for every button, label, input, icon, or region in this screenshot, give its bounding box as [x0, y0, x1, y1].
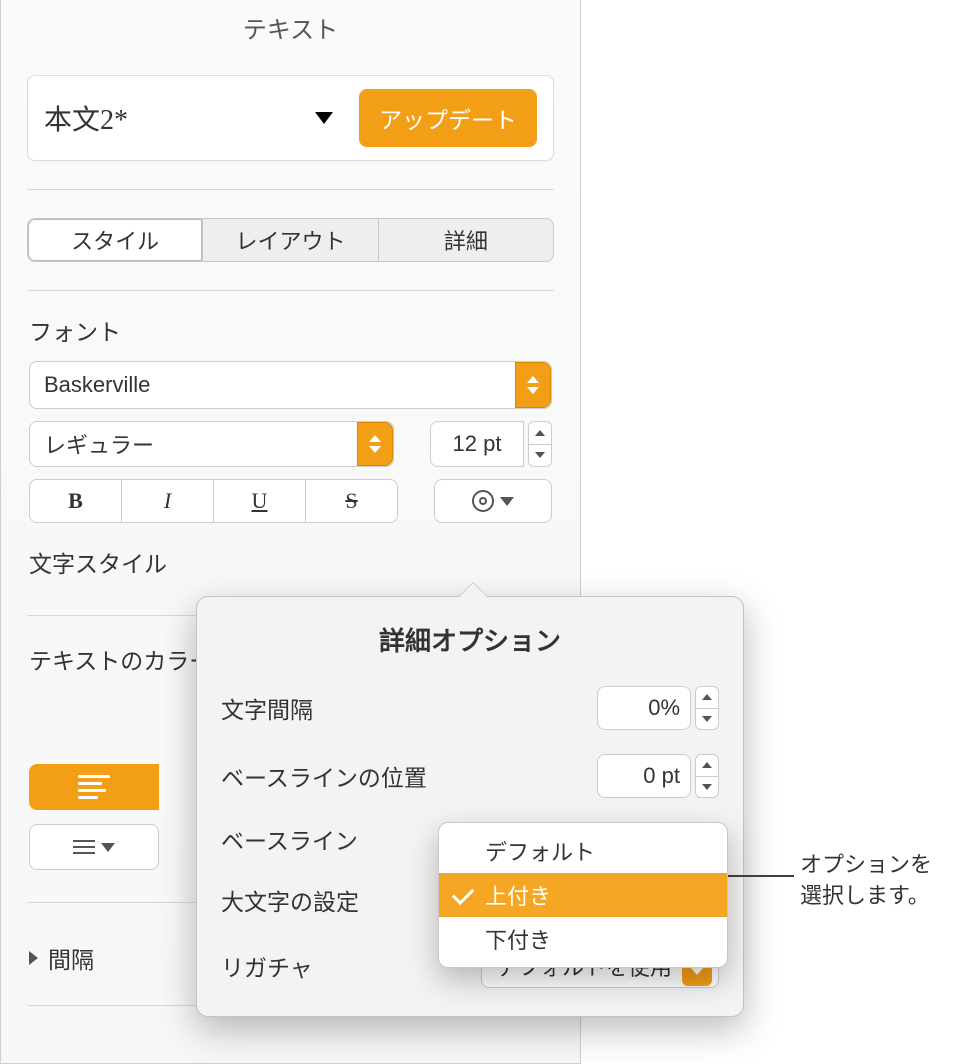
- baseline-shift-stepper[interactable]: [695, 754, 719, 798]
- character-spacing-input[interactable]: 0%: [597, 686, 691, 730]
- align-left-button[interactable]: [29, 764, 159, 810]
- popover-title: 詳細オプション: [221, 621, 719, 658]
- capitalization-label: 大文字の設定: [221, 883, 359, 917]
- spacing-label: 間隔: [48, 941, 94, 975]
- character-spacing-label: 文字間隔: [221, 691, 313, 725]
- update-style-button[interactable]: アップデート: [359, 89, 537, 147]
- caret-down-icon: [702, 716, 712, 722]
- strikethrough-button[interactable]: S: [306, 479, 398, 523]
- bold-button[interactable]: B: [29, 479, 122, 523]
- baseline-dropdown: デフォルト 上付き 下付き: [438, 822, 728, 968]
- font-size-input[interactable]: 12 pt: [430, 421, 524, 467]
- callout-line2: 選択します。: [800, 883, 930, 908]
- paragraph-style-selector[interactable]: 本文2* アップデート: [27, 75, 554, 161]
- tab-style[interactable]: スタイル: [27, 218, 203, 262]
- character-spacing-stepper[interactable]: [695, 686, 719, 730]
- stepper-down[interactable]: [528, 444, 552, 468]
- chevron-down-icon: [500, 497, 514, 506]
- font-size-stepper[interactable]: [528, 421, 552, 467]
- chevron-down-icon: [315, 112, 333, 124]
- stepper-up[interactable]: [695, 686, 719, 708]
- caret-down-icon: [369, 446, 381, 453]
- caret-down-icon: [527, 387, 539, 394]
- font-weight-select[interactable]: レギュラー: [29, 421, 394, 467]
- character-style-label: 文字スタイル: [29, 545, 552, 579]
- caret-up-icon: [702, 694, 712, 700]
- font-weight-value: レギュラー: [44, 428, 154, 460]
- stepper-down[interactable]: [695, 708, 719, 731]
- advanced-options-button[interactable]: [434, 479, 552, 523]
- tab-more[interactable]: 詳細: [379, 218, 554, 262]
- caret-down-icon: [535, 452, 545, 458]
- baseline-label: ベースライン: [221, 822, 358, 856]
- indent-button[interactable]: [29, 824, 159, 870]
- caret-up-icon: [527, 376, 539, 383]
- font-style-row: B I U S: [29, 479, 552, 523]
- paragraph-style-name: 本文2*: [44, 98, 303, 138]
- stepper-up[interactable]: [528, 421, 552, 444]
- caret-down-icon: [691, 968, 703, 975]
- font-weight-stepper[interactable]: [357, 422, 393, 466]
- text-inspector-tabs: スタイル レイアウト 詳細: [27, 218, 554, 262]
- underline-button[interactable]: U: [214, 479, 306, 523]
- font-size-group: 12 pt: [430, 421, 552, 467]
- ligature-label: リガチャ: [221, 949, 313, 983]
- font-weight-size-row: レギュラー 12 pt: [29, 421, 552, 467]
- align-left-icon: [78, 775, 110, 799]
- caret-up-icon: [535, 430, 545, 436]
- sidebar-title: テキスト: [1, 0, 580, 59]
- character-spacing-row: 文字間隔 0%: [221, 686, 719, 730]
- indent-icon: [73, 840, 95, 854]
- stepper-down[interactable]: [695, 776, 719, 799]
- baseline-option-superscript[interactable]: 上付き: [439, 873, 727, 917]
- callout-line1: オプションを: [800, 852, 932, 877]
- baseline-shift-row: ベースラインの位置 0 pt: [221, 754, 719, 798]
- divider: [27, 290, 554, 291]
- caret-up-icon: [369, 435, 381, 442]
- font-family-value: Baskerville: [44, 372, 150, 398]
- font-style-buttons: B I U S: [29, 479, 398, 523]
- baseline-option-default[interactable]: デフォルト: [439, 829, 727, 873]
- gear-icon: [472, 490, 494, 512]
- chevron-down-icon: [101, 843, 115, 852]
- disclosure-triangle-icon: [29, 951, 38, 965]
- baseline-option-subscript[interactable]: 下付き: [439, 917, 727, 961]
- baseline-option-superscript-label: 上付き: [485, 879, 551, 911]
- baseline-shift-label: ベースラインの位置: [221, 759, 427, 793]
- caret-up-icon: [702, 762, 712, 768]
- font-family-select[interactable]: Baskerville: [29, 361, 552, 409]
- tab-layout[interactable]: レイアウト: [203, 218, 378, 262]
- italic-button[interactable]: I: [122, 479, 214, 523]
- baseline-shift-input[interactable]: 0 pt: [597, 754, 691, 798]
- callout-text: オプションを 選択します。: [800, 850, 932, 912]
- stepper-up[interactable]: [695, 754, 719, 776]
- divider: [27, 189, 554, 190]
- font-section-label: フォント: [29, 313, 552, 347]
- popover-arrow: [459, 583, 487, 597]
- caret-down-icon: [702, 784, 712, 790]
- font-family-stepper[interactable]: [515, 362, 551, 408]
- checkmark-icon: [452, 882, 475, 905]
